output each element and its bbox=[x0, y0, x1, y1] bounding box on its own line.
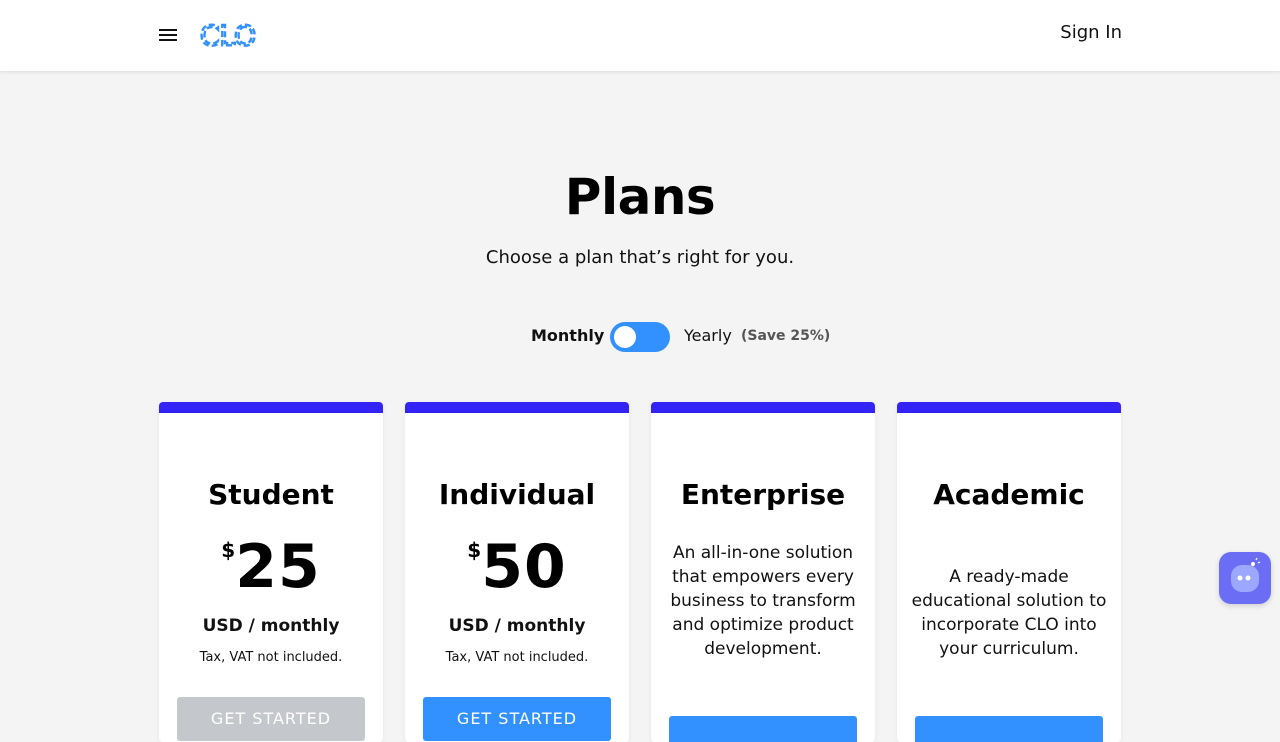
currency-symbol: $ bbox=[221, 538, 236, 562]
card-top-bar bbox=[159, 402, 383, 413]
plan-card-student: Student $25 USD / monthly Tax, VAT not i… bbox=[159, 402, 383, 742]
sign-in-link[interactable]: Sign In bbox=[1060, 22, 1122, 43]
plan-description: An all-in-one solution that empowers eve… bbox=[670, 543, 856, 659]
plan-description: A ready-made educational solution to inc… bbox=[911, 567, 1107, 659]
card-top-bar bbox=[405, 402, 629, 413]
currency-symbol: $ bbox=[467, 538, 482, 562]
billing-period-toggle[interactable] bbox=[610, 322, 670, 352]
page-subtitle: Choose a plan that’s right for you. bbox=[485, 247, 795, 268]
get-started-button[interactable]: GET STARTED bbox=[177, 697, 365, 741]
price-amount: 50 bbox=[481, 532, 567, 602]
plan-card-enterprise: Enterprise An all-in-one solution that e… bbox=[651, 402, 875, 742]
tax-note: Tax, VAT not included. bbox=[199, 650, 343, 665]
get-started-button[interactable]: GET STARTED bbox=[423, 697, 611, 741]
plan-card-academic: Academic A ready-made educational soluti… bbox=[897, 402, 1121, 742]
monthly-label[interactable]: Monthly bbox=[531, 326, 604, 345]
price-unit: USD / monthly bbox=[202, 616, 340, 636]
toggle-knob bbox=[614, 326, 636, 348]
card-top-bar bbox=[897, 402, 1121, 413]
yearly-label[interactable]: Yearly bbox=[684, 326, 732, 345]
chatbot-button[interactable] bbox=[1219, 552, 1271, 604]
save-badge: (Save 25%) bbox=[741, 328, 831, 344]
menu-icon[interactable] bbox=[156, 23, 180, 47]
clo-logo[interactable]: CLO bbox=[200, 18, 274, 52]
tax-note: Tax, VAT not included. bbox=[445, 650, 589, 665]
billing-toggle-row: Monthly Yearly (Save 25%) bbox=[0, 320, 1280, 354]
price-unit: USD / monthly bbox=[448, 616, 586, 636]
plan-card-individual: Individual $50 USD / monthly Tax, VAT no… bbox=[405, 402, 629, 742]
price-amount: 25 bbox=[235, 532, 321, 602]
page-title: Plans bbox=[564, 168, 716, 226]
plan-price: $25 bbox=[159, 532, 383, 602]
plan-name: Academic bbox=[933, 478, 1085, 511]
top-header: CLO Sign In bbox=[0, 0, 1280, 71]
plan-name: Enterprise bbox=[680, 478, 846, 511]
svg-text:CLO: CLO bbox=[200, 19, 256, 52]
plan-price: $50 bbox=[405, 532, 629, 602]
card-top-bar bbox=[651, 402, 875, 413]
plan-name: Individual bbox=[438, 478, 596, 511]
plan-name: Student bbox=[208, 478, 334, 511]
chatbot-icon bbox=[1231, 557, 1261, 592]
